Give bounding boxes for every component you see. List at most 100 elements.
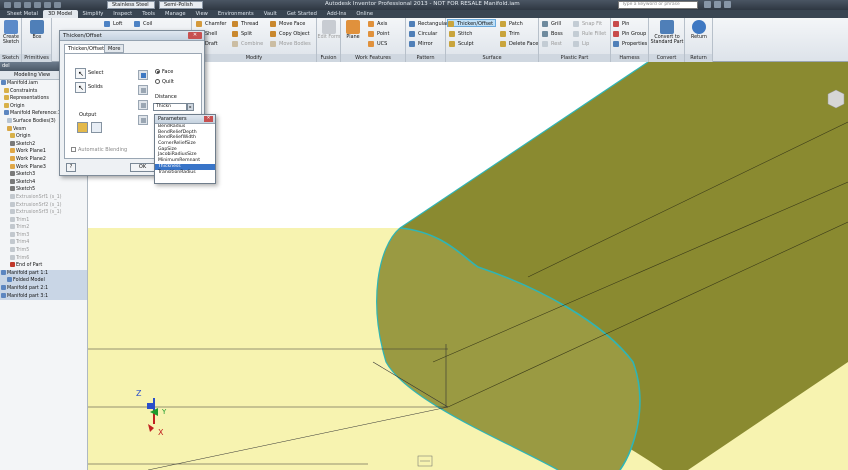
rest-button[interactable]: Rest xyxy=(542,40,562,48)
return-button[interactable]: Return xyxy=(687,20,711,40)
tab-more[interactable]: More xyxy=(104,44,125,53)
thicken-offset-button[interactable]: Thicken/Offset xyxy=(447,19,496,27)
tab-inspect[interactable]: Inspect xyxy=(108,10,137,18)
browser-tree-item[interactable]: Manifold part 2:1 xyxy=(0,285,87,293)
tab-thicken-offset[interactable]: Thicken/Offset xyxy=(64,44,109,53)
help-icon[interactable] xyxy=(724,1,731,8)
dialog-help-button[interactable]: ? xyxy=(66,163,76,172)
thread-button[interactable]: Thread xyxy=(232,20,258,28)
pin-group-button[interactable]: Pin Group xyxy=(613,30,646,38)
app-menu-icon[interactable] xyxy=(4,2,11,8)
create-sketch-button[interactable]: Create Sketch xyxy=(0,20,23,45)
tree-node-icon xyxy=(1,80,6,85)
direction-button-4[interactable] xyxy=(138,115,148,125)
browser-tree-item[interactable]: Trim6 xyxy=(0,254,87,263)
circular-button[interactable]: Circular xyxy=(409,30,437,38)
redo-icon[interactable] xyxy=(54,2,61,8)
distance-input[interactable]: Thickn xyxy=(153,103,187,111)
patch-button[interactable]: Patch xyxy=(500,20,523,28)
tab-get-started[interactable]: Get Started xyxy=(282,10,322,18)
pin-button[interactable]: Pin xyxy=(613,20,629,28)
face-option[interactable]: Face xyxy=(155,69,173,75)
quilt-option[interactable]: Quilt xyxy=(155,79,174,85)
coil-button[interactable]: Coil xyxy=(134,20,152,28)
browser-tree-item[interactable]: Trim4 xyxy=(0,239,87,247)
solids-button[interactable]: ↖ xyxy=(75,82,86,93)
help-search-input[interactable]: Type a keyword or phrase xyxy=(618,1,698,9)
user-icon[interactable] xyxy=(714,1,721,8)
convert-to-standard-part-button[interactable]: Convert to Standard Part xyxy=(650,20,684,45)
tab-vault[interactable]: Vault xyxy=(259,10,282,18)
mirror-button[interactable]: Mirror xyxy=(409,40,433,48)
browser-tree-item[interactable]: Trim3 xyxy=(0,231,87,240)
browser-tree-item[interactable]: Manifold part 1:1 xyxy=(0,269,87,278)
trim-button[interactable]: Trim xyxy=(500,30,520,38)
output-surface-button[interactable] xyxy=(91,122,102,133)
browser-tree-item[interactable]: Manifold part 3:1 xyxy=(0,292,87,301)
loft-button[interactable]: Loft xyxy=(104,20,122,28)
lip-button[interactable]: Lip xyxy=(573,40,589,48)
move-bodies-button[interactable]: Move Bodies xyxy=(270,40,311,48)
tab-simplify[interactable]: Simplify xyxy=(78,10,109,18)
browser-tree-item[interactable]: Folded Model xyxy=(0,277,87,286)
rule-fillet-button[interactable]: Rule Fillet xyxy=(573,30,606,38)
ok-button[interactable]: OK xyxy=(130,163,155,172)
tab-sheet-metal[interactable]: Sheet Metal xyxy=(2,10,43,18)
boss-button[interactable]: Boss xyxy=(542,30,563,38)
axis-button[interactable]: Axis xyxy=(368,20,387,28)
browser-tree-item[interactable]: Sketch4 xyxy=(0,178,87,187)
sculpt-button[interactable]: Sculpt xyxy=(449,40,474,48)
browser-tree-item[interactable]: Trim2 xyxy=(0,224,87,232)
rectangular-button[interactable]: Rectangular xyxy=(409,20,448,28)
viewcube-icon[interactable] xyxy=(827,89,845,109)
tab-online[interactable]: Online xyxy=(351,10,378,18)
tab-3d-model[interactable]: 3D Model xyxy=(42,10,78,18)
select-faces-button[interactable]: ↖ xyxy=(75,68,86,79)
parameter-item[interactable]: TransitionRadius xyxy=(155,170,215,176)
properties-button[interactable]: Properties xyxy=(613,40,647,48)
dialog-close-button[interactable]: ✕ xyxy=(188,32,202,39)
stitch-button[interactable]: Stitch xyxy=(449,30,472,38)
move-face-button[interactable]: Move Face xyxy=(270,20,305,28)
browser-tree-item[interactable]: Sketch5 xyxy=(0,186,87,194)
save-icon[interactable] xyxy=(34,2,41,8)
tab-tools[interactable]: Tools xyxy=(137,10,160,18)
browser-tree-item[interactable]: Trim1 xyxy=(0,216,87,225)
binoculars-icon[interactable] xyxy=(704,1,711,8)
snap-fit-button[interactable]: Snap Fit xyxy=(573,20,602,28)
grill-button[interactable]: Grill xyxy=(542,20,561,28)
quilt-radio[interactable] xyxy=(155,79,160,84)
material-dropdown[interactable]: Stainless Steel xyxy=(107,1,155,9)
edit-form-button[interactable]: Edit Form xyxy=(317,20,341,40)
browser-tree-item[interactable]: ExtrusionSrf1 (s_1) xyxy=(0,193,87,202)
output-solid-button[interactable] xyxy=(77,122,88,133)
parameters-close-button[interactable]: ✕ xyxy=(204,116,213,122)
copy-object-button[interactable]: Copy Object xyxy=(270,30,310,38)
tab-environments[interactable]: Environments xyxy=(213,10,259,18)
direction-button-3[interactable] xyxy=(138,100,148,110)
direction-button-1[interactable] xyxy=(138,70,148,80)
face-radio[interactable] xyxy=(155,69,160,74)
ucs-button[interactable]: UCS xyxy=(368,40,387,48)
tab-view[interactable]: View xyxy=(191,10,213,18)
split-button[interactable]: Split xyxy=(232,30,252,38)
combine-button[interactable]: Combine xyxy=(232,40,263,48)
plane-button[interactable]: Plane xyxy=(341,20,365,40)
tab-manage[interactable]: Manage xyxy=(160,10,191,18)
browser-tree-item[interactable]: End of Part xyxy=(0,262,87,270)
point-button[interactable]: Point xyxy=(368,30,389,38)
delete-face-button[interactable]: Delete Face xyxy=(500,40,538,48)
distance-dropdown-button[interactable]: ▸ xyxy=(187,103,194,111)
browser-tree-item[interactable]: ExtrusionSrf3 (s_1) xyxy=(0,209,87,217)
box-button[interactable]: Box xyxy=(25,20,49,40)
tab-add-ins[interactable]: Add-Ins xyxy=(322,10,351,18)
appearance-dropdown[interactable]: Semi-Polish xyxy=(159,1,203,9)
automatic-blending-checkbox[interactable] xyxy=(71,147,76,152)
undo-icon[interactable] xyxy=(44,2,51,8)
direction-button-2[interactable] xyxy=(138,85,148,95)
browser-tree-item[interactable]: ExtrusionSrf2 (s_1) xyxy=(0,201,87,210)
new-icon[interactable] xyxy=(14,2,21,8)
automatic-blending-option[interactable]: Automatic Blending xyxy=(71,147,127,153)
open-icon[interactable] xyxy=(24,2,31,8)
browser-tree-item[interactable]: Trim5 xyxy=(0,247,87,255)
